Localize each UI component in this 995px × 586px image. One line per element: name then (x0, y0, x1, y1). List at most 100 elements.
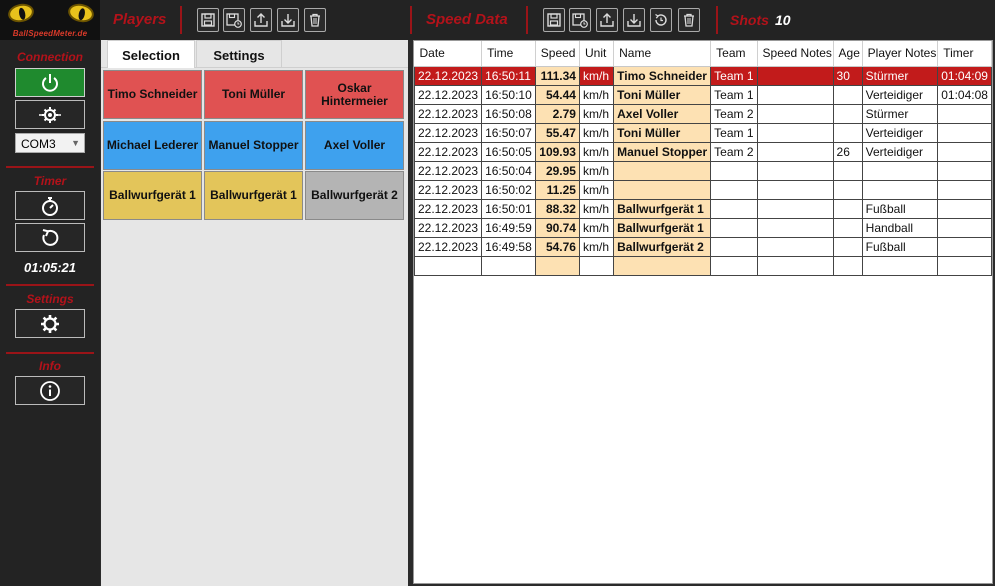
port-select[interactable]: COM3 ▼ (15, 133, 85, 153)
info-button[interactable] (15, 376, 85, 405)
cell-team[interactable]: Team 1 (710, 84, 758, 105)
column-header-speed-notes[interactable]: Speed Notes (757, 41, 834, 67)
table-row[interactable]: 22.12.2023 16:50:11 111.34 km/h Timo Schneid… (414, 65, 992, 86)
cell-player-notes[interactable] (861, 179, 939, 200)
cell-time[interactable]: 16:50:11 (481, 65, 536, 86)
cell-name[interactable]: Axel Voller (613, 103, 712, 124)
table-row[interactable]: 22.12.2023 16:50:02 11.25 km/h (414, 179, 992, 200)
cell-age[interactable] (832, 255, 863, 276)
cell-team[interactable] (710, 217, 758, 238)
cell-date[interactable]: 22.12.2023 (414, 179, 483, 200)
cell-player-notes[interactable]: Fußball (861, 198, 939, 219)
cell-team[interactable] (710, 198, 758, 219)
cell-speed[interactable]: 54.76 (534, 236, 580, 257)
cell-unit[interactable]: km/h (578, 217, 615, 238)
cell-speed[interactable]: 2.79 (534, 103, 580, 124)
column-header-unit[interactable]: Unit (579, 41, 615, 67)
cell-date[interactable]: 22.12.2023 (414, 103, 483, 124)
connection-settings-button[interactable] (15, 100, 85, 129)
cell-timer[interactable]: 01:04:08 (937, 84, 992, 105)
cell-timer[interactable] (937, 255, 992, 276)
cell-speed[interactable]: 90.74 (534, 217, 580, 238)
cell-age[interactable] (832, 122, 863, 143)
cell-date[interactable]: 22.12.2023 (414, 198, 483, 219)
cell-player-notes[interactable]: Stürmer (861, 65, 939, 86)
cell-speed-notes[interactable] (756, 84, 834, 105)
cell-age[interactable] (832, 217, 863, 238)
cell-team[interactable]: Team 1 (710, 122, 758, 143)
cell-name[interactable] (613, 160, 712, 181)
cell-speed-notes[interactable] (756, 217, 834, 238)
cell-speed-notes[interactable] (756, 179, 834, 200)
cell-timer[interactable] (937, 122, 992, 143)
table-row[interactable]: 22.12.2023 16:50:04 29.95 km/h (414, 160, 992, 181)
cell-unit[interactable]: km/h (578, 179, 615, 200)
cell-timer[interactable] (937, 160, 992, 181)
cell-date[interactable]: 22.12.2023 (414, 217, 483, 238)
column-header-name[interactable]: Name (613, 41, 712, 67)
column-header-team[interactable]: Team (710, 41, 758, 67)
cell-age[interactable] (832, 103, 863, 124)
cell-unit[interactable]: km/h (578, 160, 615, 181)
player-button[interactable]: Ballwurfgerät 1 (103, 171, 202, 220)
cell-time[interactable]: 16:49:59 (481, 217, 536, 238)
player-button[interactable]: Oskar Hintermeier (305, 70, 404, 119)
table-row[interactable]: 22.12.2023 16:50:01 88.32 km/h Ballwurfgerät… (414, 198, 992, 219)
cell-speed-notes[interactable] (756, 236, 834, 257)
cell-date[interactable]: 22.12.2023 (414, 160, 483, 181)
cell-name[interactable]: Ballwurfgerät 2 (613, 236, 712, 257)
cell-speed[interactable]: 55.47 (534, 122, 580, 143)
players-delete-button[interactable] (304, 8, 326, 32)
cell-team[interactable] (710, 255, 758, 276)
cell-date[interactable]: 22.12.2023 (414, 122, 483, 143)
cell-player-notes[interactable] (861, 160, 939, 181)
cell-unit[interactable]: km/h (578, 103, 615, 124)
cell-unit[interactable]: km/h (578, 236, 615, 257)
cell-player-notes[interactable]: Stürmer (861, 103, 939, 124)
column-header-date[interactable]: Date (414, 41, 483, 67)
cell-player-notes[interactable]: Verteidiger (861, 122, 939, 143)
connect-power-button[interactable] (15, 68, 85, 97)
column-header-speed[interactable]: Speed (535, 41, 580, 67)
cell-time[interactable] (481, 255, 536, 276)
table-row[interactable]: 22.12.2023 16:49:58 54.76 km/h Ballwurfgerät… (414, 236, 992, 257)
cell-date[interactable]: 22.12.2023 (414, 65, 483, 86)
cell-name[interactable]: Timo Schneider (613, 65, 712, 86)
player-button[interactable]: Toni Müller (204, 70, 303, 119)
speed-delete-button[interactable] (678, 8, 700, 32)
cell-timer[interactable] (937, 103, 992, 124)
cell-date[interactable] (414, 255, 483, 276)
cell-player-notes[interactable]: Handball (861, 217, 939, 238)
cell-speed-notes[interactable] (756, 122, 834, 143)
cell-timer[interactable] (937, 141, 992, 162)
timer-start-button[interactable] (15, 191, 85, 220)
cell-team[interactable] (710, 160, 758, 181)
cell-team[interactable]: Team 2 (710, 103, 758, 124)
speed-save-as-button[interactable] (569, 8, 591, 32)
cell-team[interactable]: Team 1 (710, 65, 758, 86)
player-button[interactable]: Ballwurfgerät 1 (204, 171, 303, 220)
cell-speed-notes[interactable] (756, 103, 834, 124)
speed-download-button[interactable] (623, 8, 645, 32)
cell-speed-notes[interactable] (756, 65, 834, 86)
cell-name[interactable] (613, 179, 712, 200)
cell-name[interactable]: Ballwurfgerät 1 (613, 217, 712, 238)
tab-selection[interactable]: Selection (107, 40, 195, 68)
cell-speed[interactable]: 54.44 (534, 84, 580, 105)
cell-time[interactable]: 16:49:58 (481, 236, 536, 257)
cell-unit[interactable]: km/h (578, 84, 615, 105)
cell-unit[interactable]: km/h (578, 141, 615, 162)
cell-time[interactable]: 16:50:05 (481, 141, 536, 162)
cell-time[interactable]: 16:50:02 (481, 179, 536, 200)
cell-speed-notes[interactable] (756, 141, 834, 162)
cell-speed-notes[interactable] (756, 160, 834, 181)
table-row[interactable]: 22.12.2023 16:50:05 109.93 km/h Manuel Stopp… (414, 141, 992, 162)
cell-age[interactable]: 26 (832, 141, 863, 162)
cell-player-notes[interactable]: Verteidiger (861, 141, 939, 162)
cell-name[interactable]: Toni Müller (613, 122, 712, 143)
cell-time[interactable]: 16:50:04 (481, 160, 536, 181)
column-header-player-notes[interactable]: Player Notes (862, 41, 939, 67)
cell-time[interactable]: 16:50:10 (481, 84, 536, 105)
cell-speed[interactable]: 11.25 (534, 179, 580, 200)
cell-team[interactable] (710, 179, 758, 200)
